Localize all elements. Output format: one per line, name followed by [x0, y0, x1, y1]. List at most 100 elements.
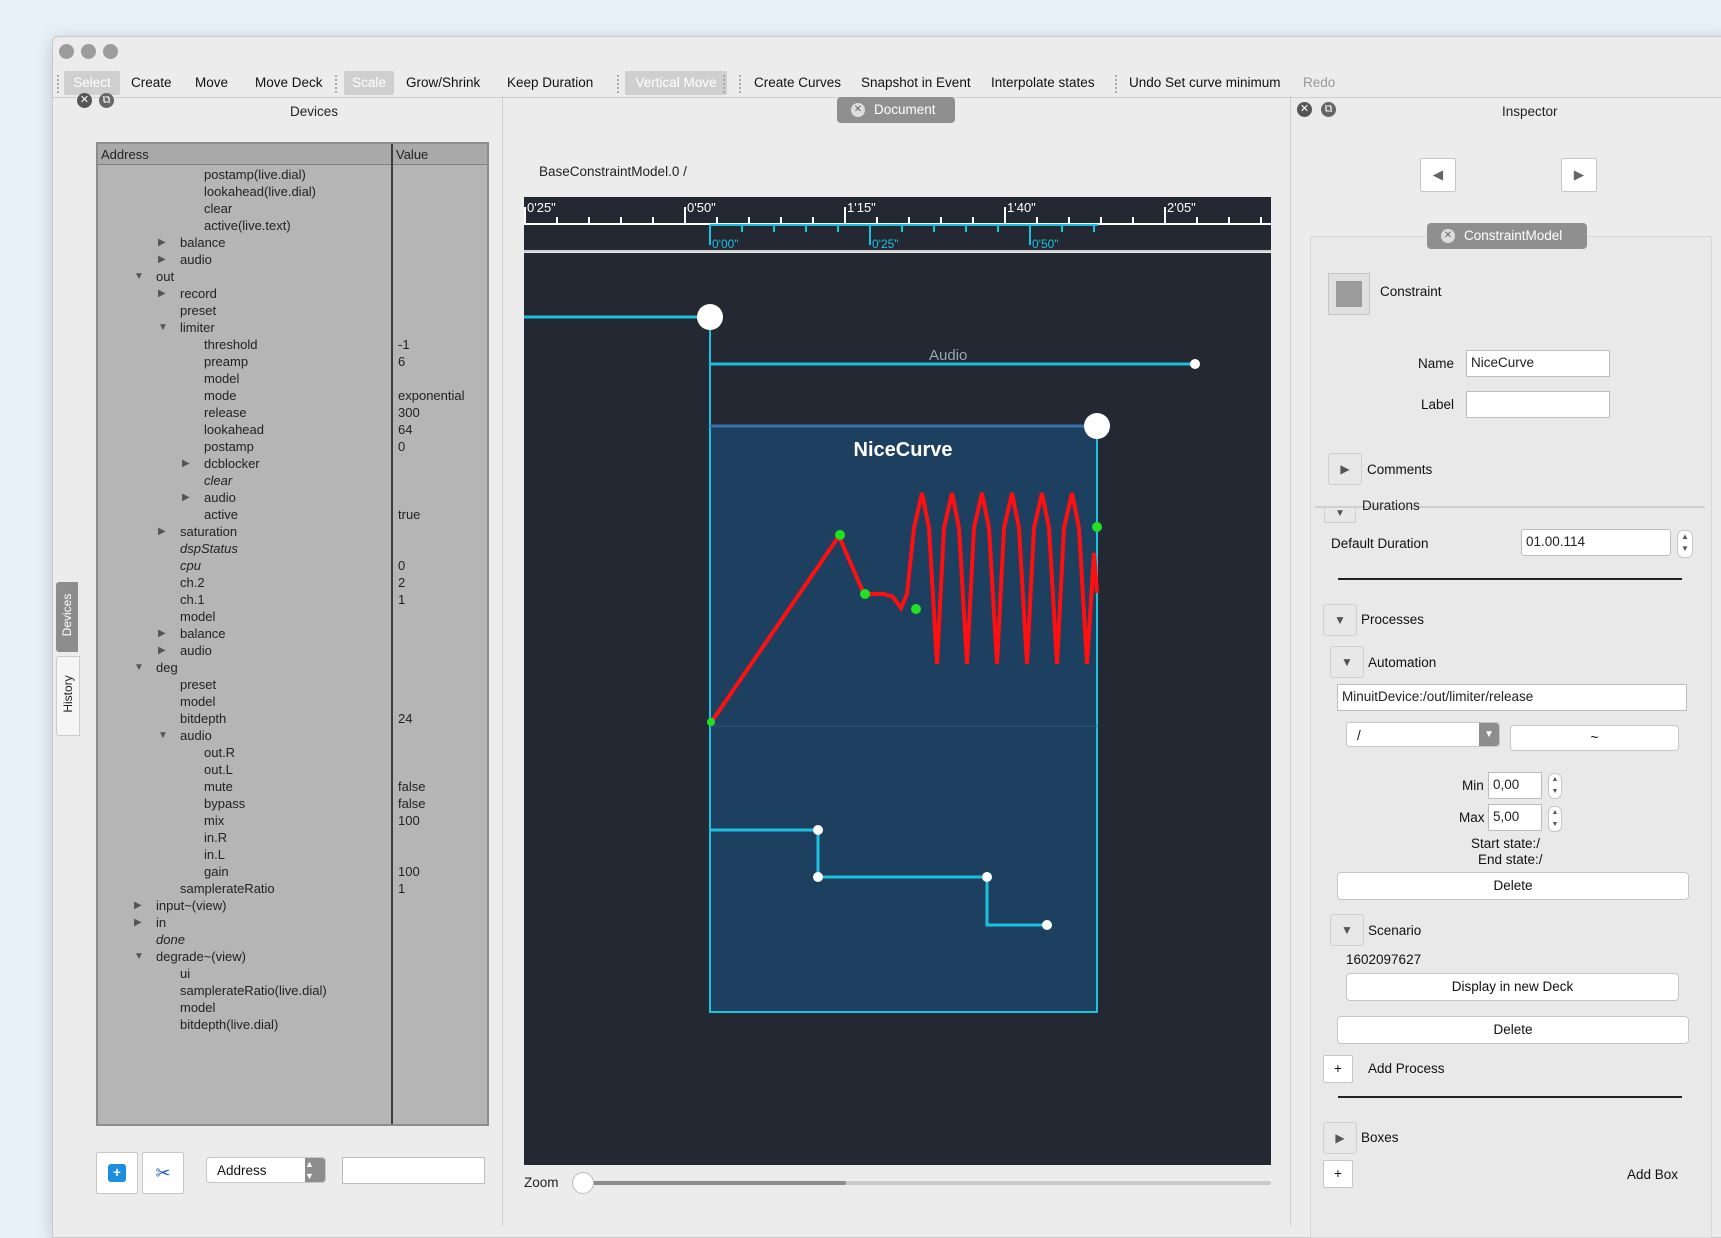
- address-column-header[interactable]: Address: [101, 147, 149, 162]
- tree-row[interactable]: ▶ balance: [98, 625, 487, 643]
- tree-row[interactable]: ▶ audio: [98, 489, 487, 507]
- address-combo[interactable]: / ▼: [1346, 722, 1500, 747]
- redo-button[interactable]: Redo: [1297, 71, 1341, 95]
- automation-toggle[interactable]: ▼: [1330, 646, 1364, 678]
- durations-toggle[interactable]: ▼: [1324, 508, 1356, 523]
- side-tab-history[interactable]: History: [56, 656, 80, 736]
- expand-down-icon[interactable]: ▼: [158, 319, 168, 337]
- tool-scale[interactable]: Scale: [344, 71, 394, 95]
- device-search-input[interactable]: [342, 1157, 485, 1184]
- end-timenode[interactable]: [1084, 413, 1110, 439]
- tree-row[interactable]: ▶ saturation: [98, 523, 487, 541]
- tool-create[interactable]: Create: [125, 71, 178, 95]
- max-field[interactable]: 5,00: [1488, 804, 1542, 831]
- tilde-field[interactable]: ~: [1510, 725, 1679, 751]
- delete-scenario-button[interactable]: Delete: [1337, 1016, 1689, 1044]
- start-timenode[interactable]: [697, 304, 723, 330]
- tree-row-value[interactable]: -1: [398, 336, 410, 354]
- time-ruler[interactable]: 0'25" 0'50" 1'15" 1'40" 2'05" 0'00" 0'25…: [524, 197, 1271, 252]
- close-window-button[interactable]: [59, 44, 74, 59]
- tree-row[interactable]: preset: [98, 676, 487, 694]
- close-panel-icon[interactable]: ✕: [77, 93, 92, 108]
- tree-row[interactable]: model: [98, 608, 487, 626]
- tree-row[interactable]: model: [98, 370, 487, 388]
- tree-row[interactable]: bitdepth 24: [98, 710, 487, 728]
- tool-vertical-move[interactable]: Vertical Move: [625, 71, 727, 95]
- undo-button[interactable]: Undo Set curve minimum: [1123, 71, 1287, 95]
- display-in-new-deck-button[interactable]: Display in new Deck: [1346, 973, 1679, 1001]
- tree-row[interactable]: mix 100: [98, 812, 487, 830]
- close-tab-icon[interactable]: ✕: [851, 103, 865, 117]
- minimize-window-button[interactable]: [81, 44, 96, 59]
- add-device-button[interactable]: +: [96, 1152, 138, 1194]
- tree-row[interactable]: mute false: [98, 778, 487, 796]
- tool-grow-shrink[interactable]: Grow/Shrink: [400, 71, 486, 95]
- expand-right-icon[interactable]: ▶: [182, 455, 190, 473]
- tree-row-value[interactable]: 0: [398, 438, 405, 456]
- expand-down-icon[interactable]: ▼: [158, 727, 168, 745]
- tool-select[interactable]: Select: [64, 71, 120, 95]
- expand-right-icon[interactable]: ▶: [134, 914, 142, 932]
- tree-row[interactable]: ▼ audio: [98, 727, 487, 745]
- comments-toggle[interactable]: ▶: [1328, 453, 1362, 485]
- tree-row[interactable]: cpu 0: [98, 557, 487, 575]
- tree-row-value[interactable]: 100: [398, 812, 420, 830]
- add-process-plus-button[interactable]: +: [1323, 1055, 1353, 1083]
- expand-right-icon[interactable]: ▶: [134, 897, 142, 915]
- tree-row[interactable]: clear: [98, 200, 487, 218]
- add-process-label[interactable]: Add Process: [1368, 1061, 1445, 1076]
- add-box-label[interactable]: Add Box: [1627, 1167, 1678, 1182]
- learn-icon[interactable]: ✂: [142, 1152, 184, 1194]
- tree-row-value[interactable]: 0: [398, 557, 405, 575]
- value-column-header[interactable]: Value: [396, 147, 428, 162]
- boxes-toggle[interactable]: ▶: [1323, 1122, 1357, 1154]
- tree-row[interactable]: samplerateRatio(live.dial): [98, 982, 487, 1000]
- expand-down-icon[interactable]: ▼: [134, 268, 144, 286]
- tree-row-value[interactable]: 300: [398, 404, 420, 422]
- curve-point[interactable]: [835, 530, 845, 540]
- tree-row-value[interactable]: false: [398, 795, 425, 813]
- min-field[interactable]: 0,00: [1488, 772, 1542, 799]
- tree-row-value[interactable]: 24: [398, 710, 412, 728]
- tree-row-value[interactable]: false: [398, 778, 425, 796]
- tree-row[interactable]: ▶ dcblocker: [98, 455, 487, 473]
- tree-row[interactable]: lookahead 64: [98, 421, 487, 439]
- tree-row-value[interactable]: 2: [398, 574, 405, 592]
- tree-row[interactable]: ▼ out: [98, 268, 487, 286]
- tree-row-value[interactable]: true: [398, 506, 420, 524]
- expand-right-icon[interactable]: ▶: [158, 642, 166, 660]
- tree-row[interactable]: ▶ in: [98, 914, 487, 932]
- side-tab-devices[interactable]: Devices: [56, 582, 78, 652]
- expand-right-icon[interactable]: ▶: [158, 285, 166, 303]
- curve-point[interactable]: [860, 589, 870, 599]
- tool-create-curves[interactable]: Create Curves: [748, 71, 847, 95]
- close-panel-icon[interactable]: ✕: [1297, 102, 1312, 117]
- tree-row-value[interactable]: 100: [398, 863, 420, 881]
- zoom-slider-track[interactable]: [582, 1181, 1271, 1185]
- expand-right-icon[interactable]: ▶: [158, 523, 166, 541]
- curve-point[interactable]: [707, 718, 715, 726]
- tree-row[interactable]: model: [98, 999, 487, 1017]
- tree-row[interactable]: ▶ input~(view): [98, 897, 487, 915]
- tree-row[interactable]: active(live.text): [98, 217, 487, 235]
- tree-row[interactable]: in.R: [98, 829, 487, 847]
- tree-row[interactable]: ui: [98, 965, 487, 983]
- previous-icon[interactable]: ◀: [1420, 158, 1456, 192]
- tree-row[interactable]: ▶ balance: [98, 234, 487, 252]
- tree-row[interactable]: threshold -1: [98, 336, 487, 354]
- tree-row[interactable]: samplerateRatio 1: [98, 880, 487, 898]
- tree-row[interactable]: dspStatus: [98, 540, 487, 558]
- expand-down-icon[interactable]: ▼: [134, 948, 144, 966]
- tree-row[interactable]: lookahead(live.dial): [98, 183, 487, 201]
- tool-interpolate-states[interactable]: Interpolate states: [985, 71, 1101, 95]
- tree-row[interactable]: ▼ degrade~(view): [98, 948, 487, 966]
- tree-row[interactable]: preset: [98, 302, 487, 320]
- tree-row[interactable]: postamp(live.dial): [98, 166, 487, 184]
- automation-address-field[interactable]: MinuitDevice:/out/limiter/release: [1337, 684, 1687, 711]
- device-tree[interactable]: Address Value postamp(live.dial) lookahea…: [96, 142, 489, 1126]
- tree-row[interactable]: ▼ limiter: [98, 319, 487, 337]
- tree-row[interactable]: model: [98, 693, 487, 711]
- tree-row[interactable]: ch.2 2: [98, 574, 487, 592]
- next-icon[interactable]: ▶: [1561, 158, 1597, 192]
- scenario-toggle[interactable]: ▼: [1330, 914, 1364, 946]
